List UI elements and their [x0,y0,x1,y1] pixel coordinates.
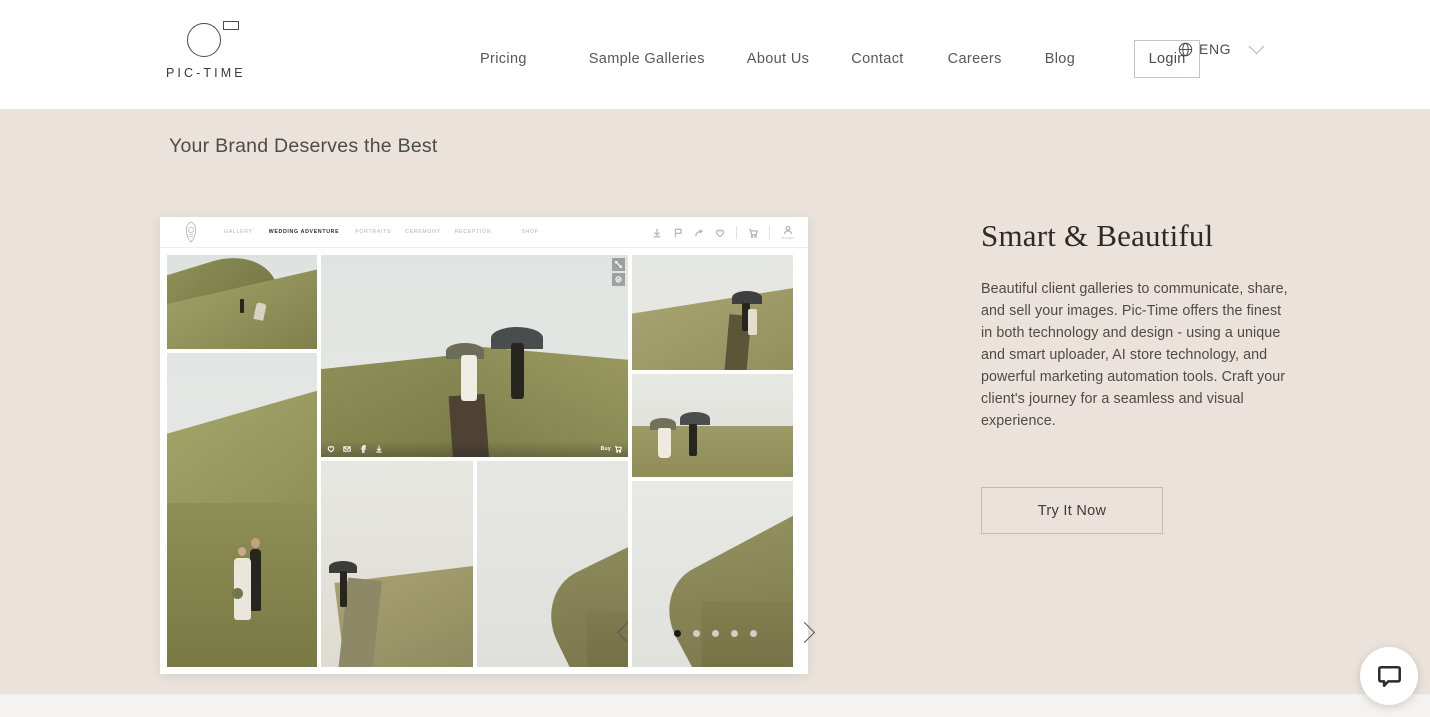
mockup-nav-ceremony[interactable]: CEREMONY [405,220,441,244]
mockup-toolbar-icons: Morgan [652,217,794,248]
site-header: PIC-TIME Pricing Sample Galleries About … [0,0,1430,110]
buy-label: Buy [600,446,611,453]
nav-item-careers[interactable]: Careers [948,45,1002,73]
hero-section: Your Brand Deserves the Best GALLERY WED… [0,110,1430,693]
hero-copy-block: Smart & Beautiful Beautiful client galle… [981,218,1301,432]
language-selector[interactable]: ENG [1178,38,1265,57]
mockup-user-name: Morgan [781,235,794,240]
photo-overlay-bottom-bar: Buy [321,441,628,458]
photo-column-right [632,255,793,667]
nav-item-contact[interactable]: Contact [851,45,903,73]
logo-square-shape [223,21,239,30]
crest-logo-icon [180,220,202,244]
photo-overlay-top-actions [612,258,625,286]
carousel-dot-1[interactable] [673,629,681,637]
nav-item-about-us[interactable]: About Us [747,45,809,73]
mockup-user-chip[interactable]: Morgan [781,225,794,240]
gallery-preview-mockup: GALLERY WEDDING ADVENTURE PORTRAITS CERE… [160,217,808,674]
mockup-photo-grid: Buy [160,248,808,674]
photo-cliff-walk[interactable] [167,255,317,349]
email-icon[interactable] [343,445,351,453]
mockup-nav-reception[interactable]: RECEPTION [455,220,492,244]
nav-item-pricing[interactable]: Pricing [480,45,527,73]
circle-square-logo-icon [166,18,256,64]
cart-icon [615,445,622,453]
share-icon[interactable] [694,228,704,238]
logo-circle-shape [187,23,221,57]
chat-widget-button[interactable] [1360,647,1418,705]
flag-icon[interactable] [673,228,683,238]
language-label: ENG [1199,41,1232,57]
carousel-dot-3[interactable] [711,629,719,637]
page-title: Your Brand Deserves the Best [169,135,438,157]
photo-hillside-couple[interactable] [632,255,793,370]
photo-buy-action[interactable]: Buy [601,445,622,453]
chevron-down-icon[interactable] [1248,38,1265,55]
carousel-dot-4[interactable] [730,629,738,637]
carousel-dot-5[interactable] [749,629,757,637]
logo-wordmark: PIC-TIME [166,66,246,80]
facebook-icon[interactable] [359,445,367,453]
download-icon[interactable] [652,228,662,238]
mockup-nav-wedding-adventure[interactable]: WEDDING ADVENTURE [268,220,340,251]
chevron-right-icon[interactable] [791,620,817,646]
chat-bubble-icon [1377,665,1401,687]
photo-umbrellas-path[interactable]: Buy [321,255,628,458]
heart-icon[interactable] [327,445,335,453]
toolbar-divider [769,226,771,239]
cart-icon[interactable] [748,228,759,238]
mockup-nav-gallery[interactable]: GALLERY [224,220,253,244]
select-check-icon[interactable] [612,273,625,286]
mockup-nav-portraits[interactable]: PORTRAITS [355,220,391,244]
logo[interactable]: PIC-TIME [166,18,286,80]
photo-plains-umbrellas[interactable] [632,373,793,477]
carousel-dot-2[interactable] [692,629,700,637]
globe-icon [1178,42,1193,56]
copy-body: Beautiful client galleries to communicat… [981,281,1288,429]
next-section-strip [0,693,1430,717]
carousel-controls [0,620,1430,646]
heart-icon[interactable] [715,228,725,238]
mockup-gallery-nav: GALLERY WEDDING ADVENTURE PORTRAITS CERE… [224,220,539,251]
try-it-now-button[interactable]: Try It Now [981,487,1163,534]
nav-item-sample-galleries[interactable]: Sample Galleries [589,45,705,73]
main-navigation: Pricing Sample Galleries About Us Contac… [480,40,1201,78]
mockup-toolbar: GALLERY WEDDING ADVENTURE PORTRAITS CERE… [160,217,808,251]
carousel-dots [673,629,757,637]
download-icon[interactable] [375,445,383,453]
copy-title: Smart & Beautiful [981,218,1214,253]
photo-column-middle: Buy [321,255,628,667]
user-avatar-icon [783,226,792,235]
photo-column-left [167,255,317,667]
nav-item-blog[interactable]: Blog [1045,45,1075,73]
chevron-left-icon[interactable] [614,620,640,646]
mockup-nav-shop[interactable]: SHOP [521,220,539,244]
toolbar-divider [736,226,738,239]
expand-icon[interactable] [612,258,625,271]
